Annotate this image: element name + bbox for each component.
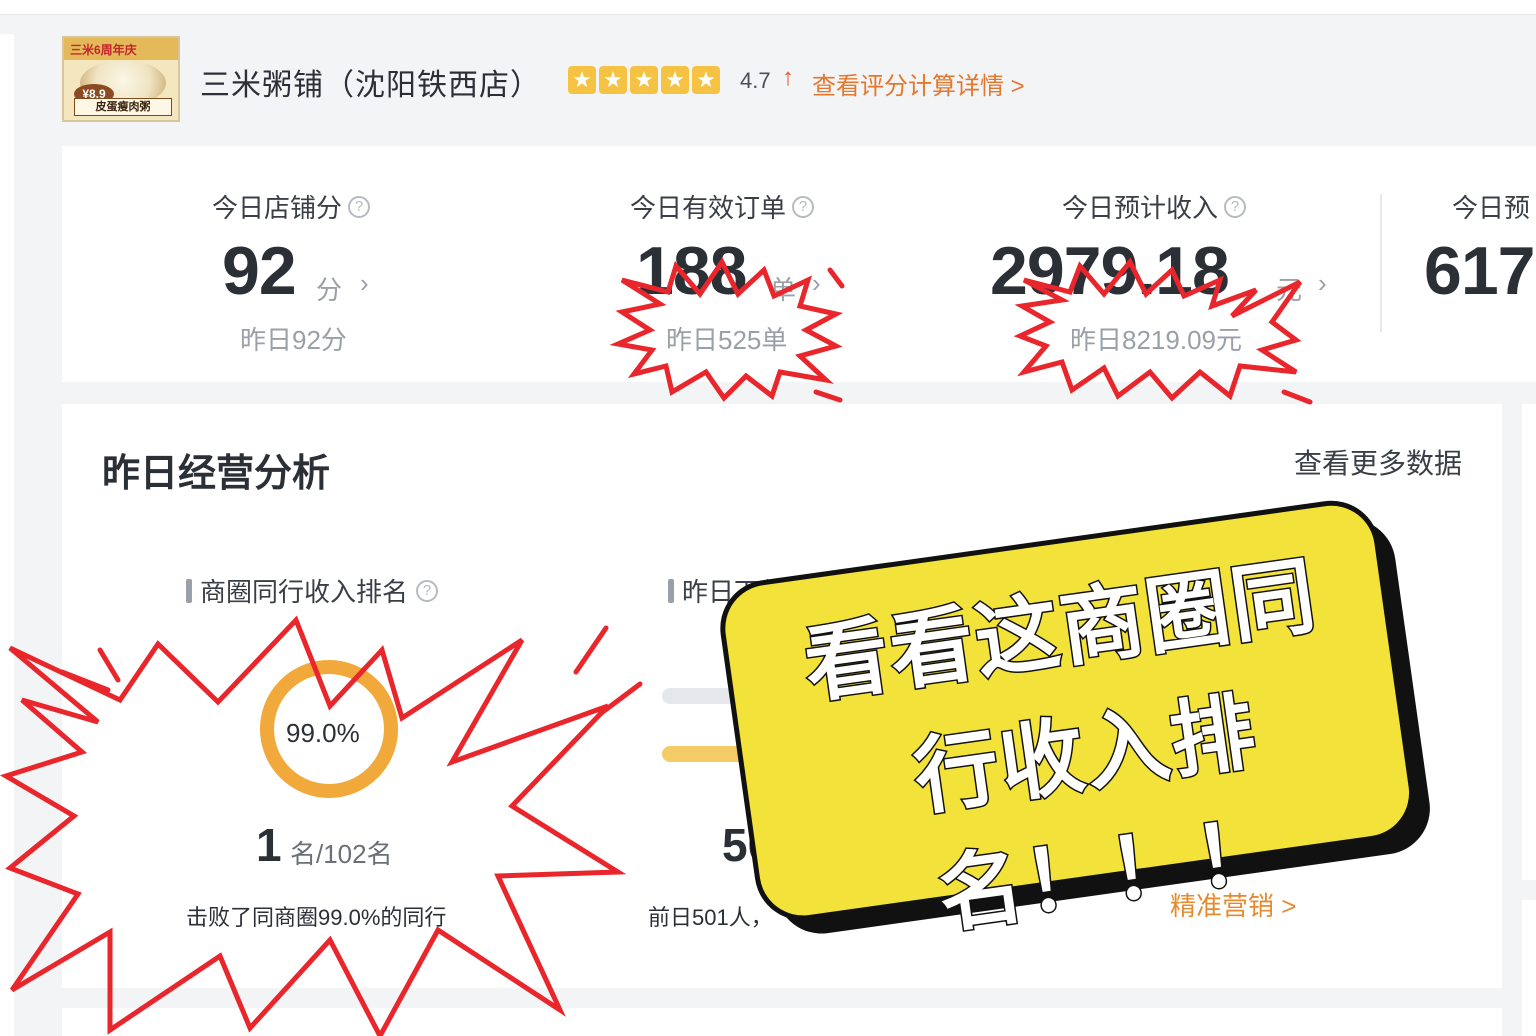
income-label-text: 今日预计收入	[1062, 193, 1219, 223]
rating-details-link[interactable]: 查看评分计算详情 >	[812, 66, 1025, 101]
star-icon	[599, 66, 627, 94]
orders-yesterday: 昨日525单	[666, 325, 788, 355]
burst-spark	[813, 389, 843, 403]
star-icon	[568, 66, 596, 94]
customers-description: 前日501人，	[648, 905, 773, 930]
orders-value[interactable]: 188	[636, 232, 747, 310]
star-icon	[661, 66, 689, 94]
customers-value: 50	[722, 819, 774, 871]
top-bar	[0, 0, 1536, 15]
chevron-right-icon[interactable]: ›	[360, 268, 369, 299]
right-panel-edge	[1522, 404, 1536, 880]
income-unit: 元	[1276, 275, 1303, 305]
income-value[interactable]: 2979.18	[990, 232, 1230, 310]
left-panel-edge	[0, 34, 14, 1036]
rank-description: 击败了同商圈99.0%的同行	[186, 905, 447, 930]
comparison-bar-previous	[662, 688, 782, 704]
store-logo: 三米6周年庆 ¥8.9 皮蛋瘦肉粥	[62, 36, 180, 122]
orders-unit: 单	[770, 275, 797, 305]
right-panel-edge-lower	[1522, 900, 1536, 1036]
star-icon	[692, 66, 720, 94]
shop-score-label-text: 今日店铺分	[212, 193, 343, 223]
more-data-link[interactable]: 查看更多数据	[1294, 442, 1462, 482]
comparison-bar-yesterday	[662, 746, 782, 762]
help-icon[interactable]: ?	[416, 579, 439, 602]
help-icon[interactable]: ?	[1224, 195, 1247, 218]
fourth-stat-label-text: 今日预	[1452, 193, 1531, 223]
income-label: 今日预计收入 ?	[1062, 188, 1247, 225]
arrow-up-icon: ↑	[782, 64, 794, 91]
income-yesterday: 昨日8219.09元	[1070, 325, 1242, 355]
stats-divider	[1380, 194, 1382, 332]
star-icon	[630, 66, 658, 94]
fourth-stat-label: 今日预	[1452, 188, 1530, 225]
section-title: 昨日经营分析	[102, 453, 331, 495]
help-icon[interactable]: ?	[348, 195, 371, 218]
shop-score-value[interactable]: 92	[222, 232, 297, 310]
title-marker	[186, 578, 192, 603]
store-name: 三米粥铺（沈阳铁西店）	[200, 69, 541, 102]
fourth-stat-value[interactable]: 617	[1424, 232, 1535, 310]
shop-score-yesterday: 昨日92分	[240, 325, 347, 355]
rating-value: 4.7	[740, 68, 771, 93]
revenue-rank-title-text: 商圈同行收入排名	[200, 577, 409, 607]
rank-number: 1	[256, 819, 282, 871]
chevron-right-icon[interactable]: ›	[1318, 268, 1327, 299]
revenue-rank-title: 商圈同行收入排名 ?	[186, 572, 439, 609]
logo-banner-text: 三米6周年庆	[70, 43, 137, 57]
logo-dish-name: 皮蛋瘦肉粥	[74, 98, 172, 116]
next-card	[62, 1008, 1502, 1036]
rank-total: 名/102名	[290, 839, 393, 869]
burst-spark	[1281, 389, 1313, 405]
chevron-right-icon[interactable]: ›	[812, 268, 821, 299]
help-icon[interactable]: ?	[792, 195, 815, 218]
ring-percent: 99.0%	[286, 718, 360, 748]
title-marker	[668, 578, 674, 603]
orders-label: 今日有效订单 ?	[630, 188, 815, 225]
rating-stars	[568, 66, 720, 96]
orders-label-text: 今日有效订单	[630, 193, 787, 223]
shop-score-label: 今日店铺分 ?	[212, 188, 371, 225]
shop-score-unit: 分	[316, 275, 343, 305]
